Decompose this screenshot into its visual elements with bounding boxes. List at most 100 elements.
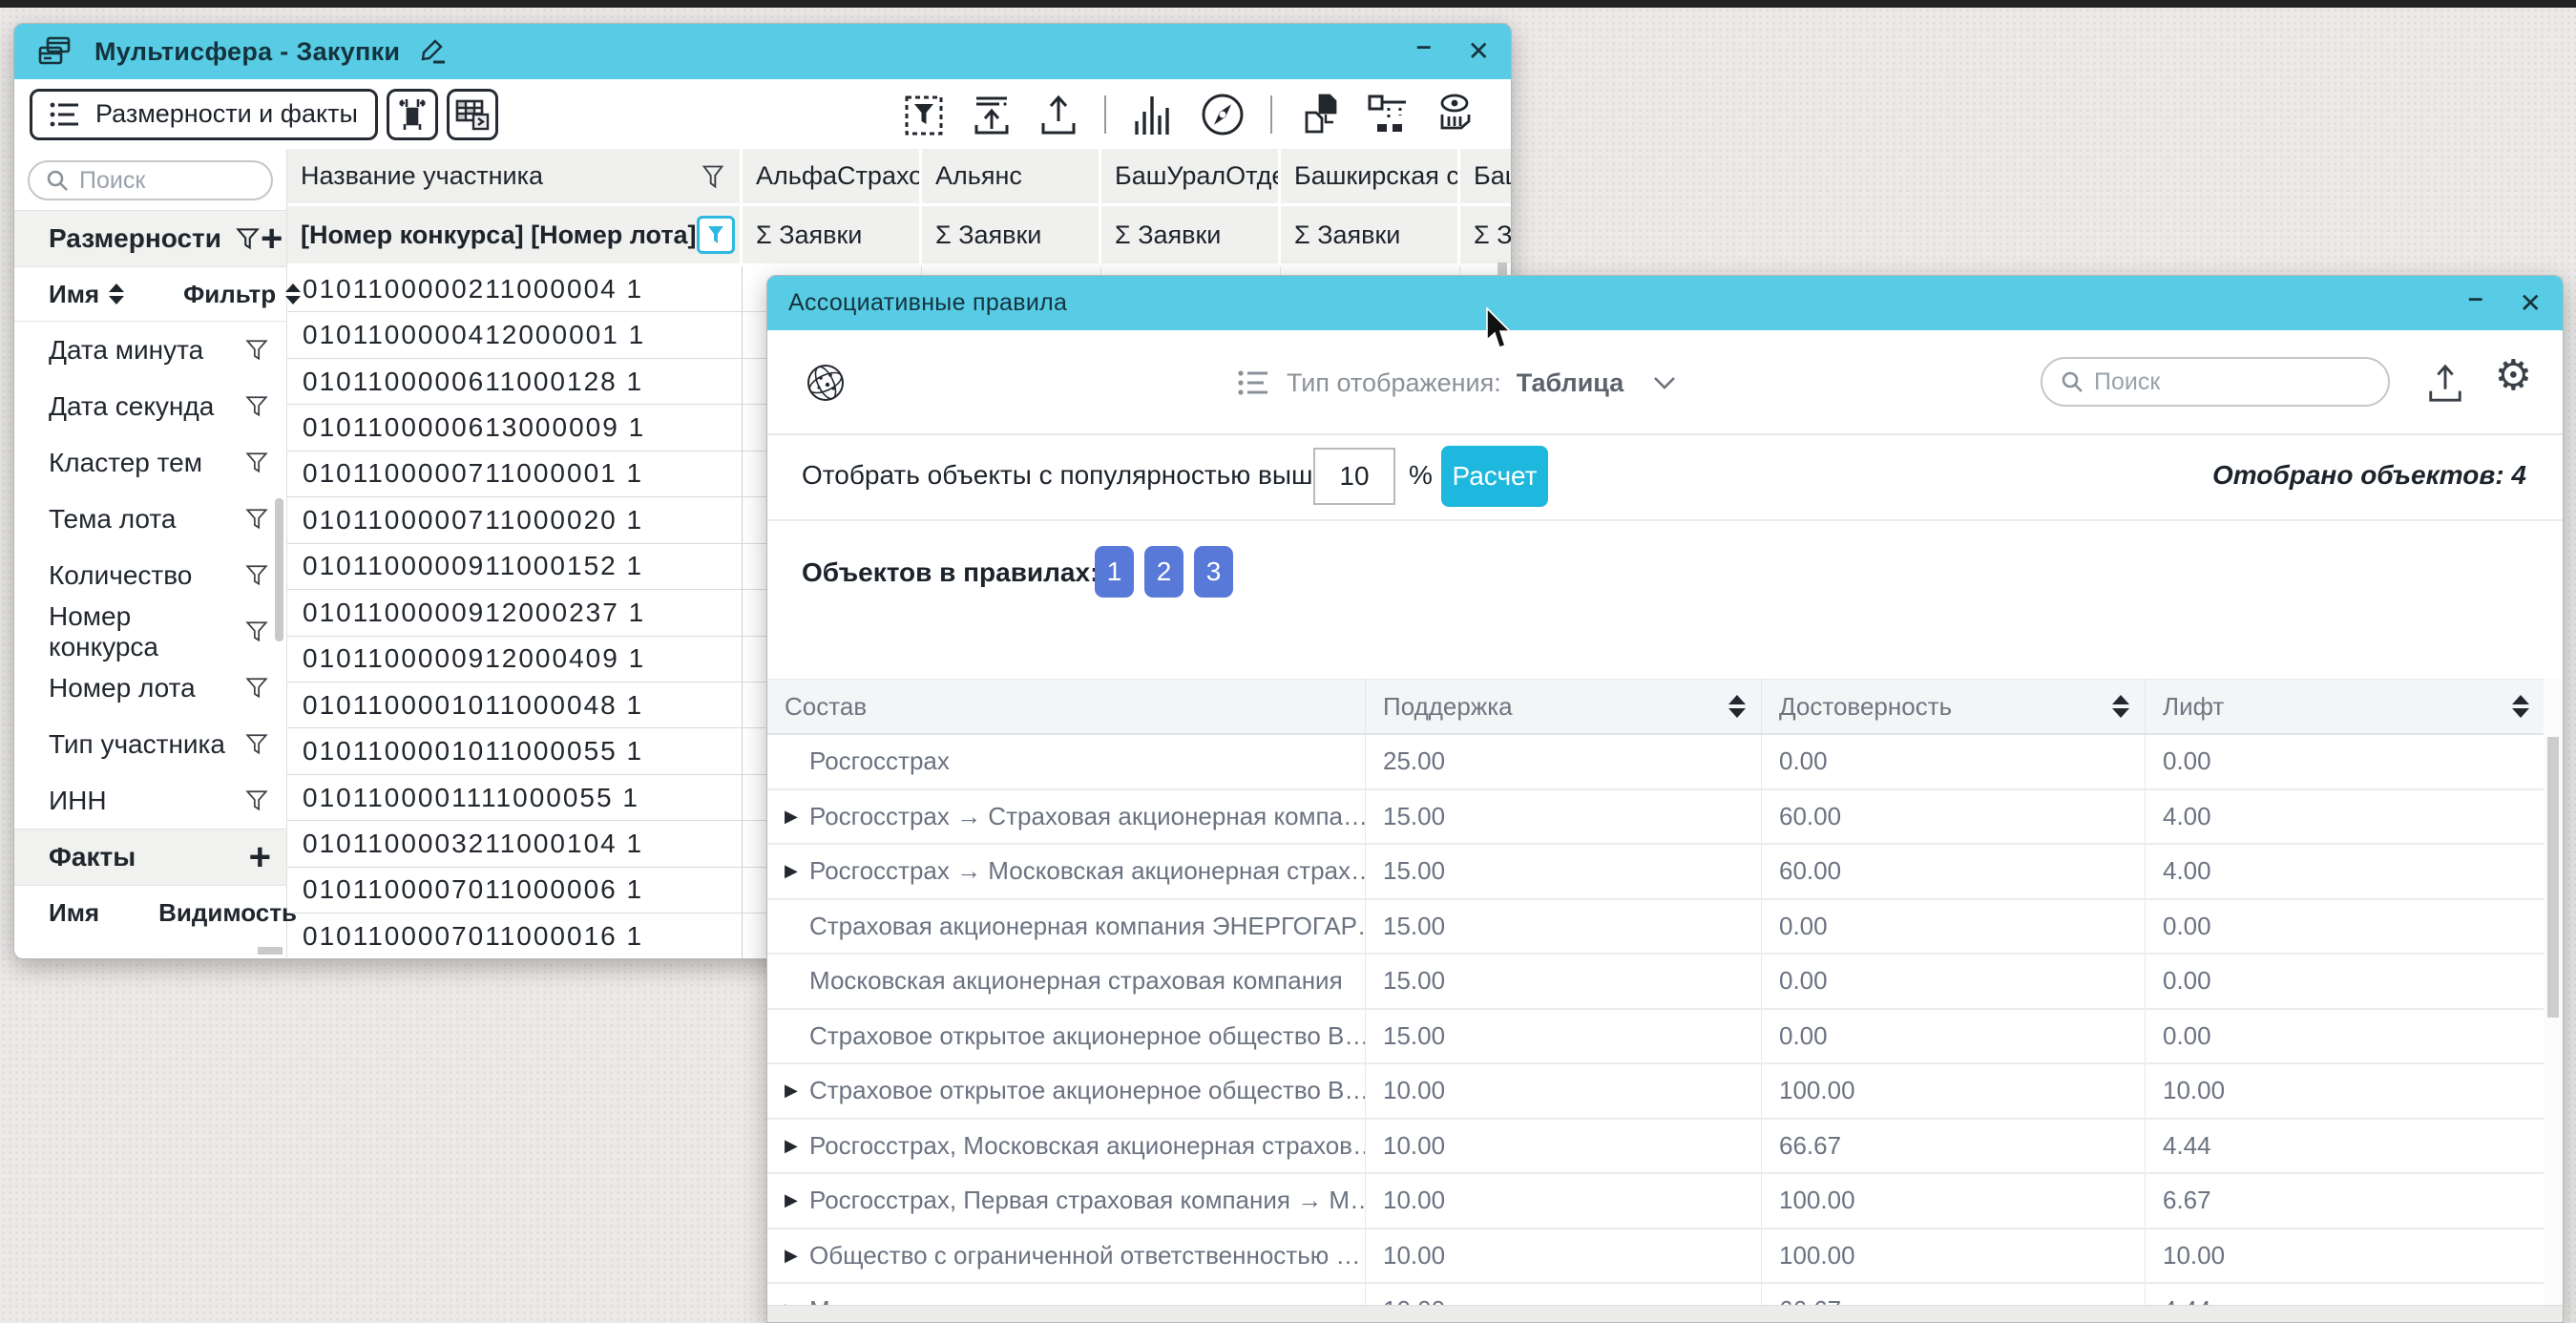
column-label: Достоверность: [1779, 692, 1952, 722]
filter-icon[interactable]: [700, 162, 726, 191]
dimensions-facts-button[interactable]: Размерности и факты: [30, 89, 378, 140]
row-key: 0101100000613000009 1: [303, 412, 645, 443]
expand-icon[interactable]: ▶: [785, 1136, 809, 1156]
rule-row[interactable]: Страховое открытое акционерное общество …: [767, 1010, 2545, 1065]
gear-icon[interactable]: ⚙: [2495, 355, 2532, 397]
rule-row[interactable]: Росгосстрах 25.00 0.00 0.00: [767, 735, 2545, 790]
dialog-titlebar[interactable]: Ассоциативные правила – ✕: [767, 276, 2563, 330]
filter-icon[interactable]: [244, 394, 269, 419]
sort-confidence-control[interactable]: [2112, 695, 2129, 718]
dialog-scrollbar-thumb[interactable]: [2547, 737, 2559, 1018]
dialog-title: Ассоциативные правила: [788, 289, 1067, 317]
rule-row[interactable]: ▶Росгосстрах → Московская акционерная ст…: [767, 845, 2545, 900]
column-support[interactable]: Поддержка: [1366, 680, 1762, 733]
sort-name-control[interactable]: [109, 284, 124, 304]
filter-icon[interactable]: [244, 788, 269, 813]
screen-top-strip: [0, 0, 2576, 8]
sidebar-item-lot-number[interactable]: Номер лота: [14, 660, 286, 716]
calculate-button[interactable]: Расчет: [1441, 446, 1548, 507]
filter-icon[interactable]: [244, 620, 269, 644]
dimension-label: Тема лота: [49, 504, 244, 535]
rule-row[interactable]: ▶Росгосстрах → Страховая акционерная ком…: [767, 790, 2545, 846]
sidebar-item-contest-number[interactable]: Номер конкурса: [14, 603, 286, 660]
dialog-close-button[interactable]: ✕: [2520, 290, 2542, 317]
dialog-search[interactable]: [2041, 357, 2390, 407]
expand-icon[interactable]: ▶: [785, 1190, 809, 1210]
popularity-threshold-input[interactable]: [1313, 448, 1395, 505]
confidence-value: 0.00: [1762, 955, 2146, 1008]
sidebar-scrollbar-thumb[interactable]: [275, 498, 283, 641]
bar-chart-icon[interactable]: [1131, 93, 1175, 136]
row-dimension-cell[interactable]: [Номер конкурса] [Номер лота]: [287, 206, 743, 263]
hierarchy-icon[interactable]: [1366, 93, 1410, 136]
watch-eye-icon[interactable]: [1435, 92, 1478, 137]
rule-row[interactable]: ▶Страховое открытое акционерное общество…: [767, 1064, 2545, 1120]
filter-icon[interactable]: [244, 563, 269, 588]
filter-icon[interactable]: [244, 732, 269, 757]
edit-title-icon[interactable]: [415, 35, 448, 68]
sidebar-item-inn[interactable]: ИНН: [14, 772, 286, 829]
pivot-table-button[interactable]: [447, 89, 498, 140]
fit-columns-button[interactable]: [387, 89, 438, 140]
filter-icon[interactable]: [244, 451, 269, 475]
add-fact-button[interactable]: +: [249, 838, 271, 876]
filter-icon[interactable]: [244, 507, 269, 532]
rule-row[interactable]: ▶Росгосстрах, Московская акционерная стр…: [767, 1120, 2545, 1175]
sidebar-item-data-minute[interactable]: Дата минута: [14, 322, 286, 378]
measure-header[interactable]: Σ Заявки: [1101, 206, 1281, 263]
expand-icon[interactable]: ▶: [785, 1246, 809, 1266]
export-icon[interactable]: [1037, 93, 1079, 136]
row-header-cell[interactable]: Название участника: [287, 149, 743, 203]
expand-icon[interactable]: ▶: [785, 807, 809, 827]
measure-header[interactable]: Σ Заявки: [1281, 206, 1460, 263]
main-titlebar[interactable]: Мультисфера - Закупки – ✕: [14, 24, 1511, 79]
sidebar-item-cluster[interactable]: Кластер тем: [14, 434, 286, 491]
column-header[interactable]: БашУралОтдел: [1101, 149, 1281, 203]
collapse-rows-icon[interactable]: [971, 93, 1013, 136]
sort-lift-control[interactable]: [2512, 695, 2529, 718]
expand-icon[interactable]: ▶: [785, 1081, 809, 1101]
compass-icon[interactable]: [1200, 92, 1246, 137]
rule-size-chip-2[interactable]: 2: [1144, 546, 1183, 598]
close-button[interactable]: ✕: [1468, 38, 1490, 65]
active-filter-icon[interactable]: [697, 216, 735, 254]
expand-icon[interactable]: ▶: [785, 861, 809, 881]
rule-row[interactable]: ▶Росгосстрах, Первая страховая компания …: [767, 1174, 2545, 1229]
add-dimension-button[interactable]: +: [261, 220, 283, 258]
display-type-selector[interactable]: Тип отображения: Таблица: [1237, 330, 1677, 435]
sort-support-control[interactable]: [1728, 695, 1746, 718]
dialog-minimize-button[interactable]: –: [2468, 284, 2483, 311]
column-header[interactable]: АльфаСтрахова: [743, 149, 922, 203]
filter-icon[interactable]: [244, 676, 269, 701]
rule-size-chip-3[interactable]: 3: [1194, 546, 1233, 598]
column-confidence[interactable]: Достоверность: [1762, 680, 2146, 733]
sidebar-search[interactable]: [28, 160, 273, 200]
copy-documents-icon[interactable]: [1297, 92, 1341, 137]
rule-row[interactable]: Московская акционерная страховая компани…: [767, 955, 2545, 1010]
sidebar-item-data-second[interactable]: Дата секунда: [14, 378, 286, 434]
filter-icon[interactable]: [235, 226, 261, 252]
column-header[interactable]: Башкирская ст: [1281, 149, 1460, 203]
sidebar-item-participant-type[interactable]: Тип участника: [14, 716, 286, 772]
column-label: Поддержка: [1383, 692, 1513, 722]
minimize-button[interactable]: –: [1416, 32, 1432, 59]
measure-header[interactable]: Σ Заявки: [743, 206, 922, 263]
measure-header[interactable]: Σ Заявки: [922, 206, 1101, 263]
sidebar-search-input[interactable]: [79, 167, 256, 195]
rule-row[interactable]: Страховая акционерная компания ЭНЕРГОГАР…: [767, 900, 2545, 956]
export-icon[interactable]: [2425, 361, 2465, 405]
dialog-search-input[interactable]: [2094, 368, 2371, 396]
sidebar-hscrollbar-thumb[interactable]: [258, 947, 283, 955]
rule-row[interactable]: ▶Общество с ограниченной ответственность…: [767, 1229, 2545, 1285]
column-lift[interactable]: Лифт: [2146, 680, 2545, 733]
sort-filter-control[interactable]: [285, 284, 301, 304]
measure-header[interactable]: Σ З: [1460, 206, 1511, 263]
sidebar-item-lot-theme[interactable]: Тема лота: [14, 491, 286, 547]
rule-size-chip-1[interactable]: 1: [1095, 546, 1134, 598]
filter-selection-icon[interactable]: [904, 93, 946, 136]
column-header[interactable]: Альянс: [922, 149, 1101, 203]
multisphere-icon[interactable]: [802, 359, 849, 407]
sidebar-item-quantity[interactable]: Количество: [14, 547, 286, 603]
filter-icon[interactable]: [244, 338, 269, 363]
column-header[interactable]: Баш: [1460, 149, 1511, 203]
